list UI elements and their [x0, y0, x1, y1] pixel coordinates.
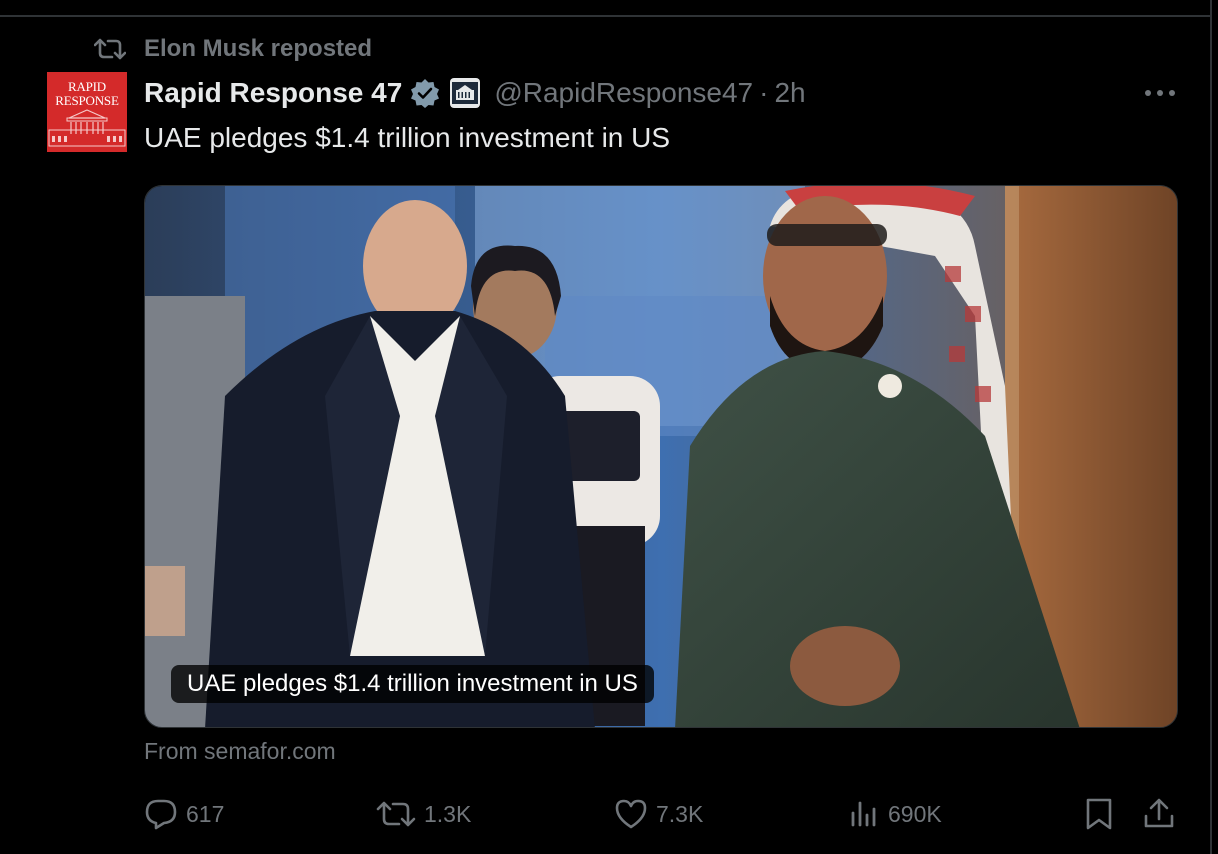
analytics-icon — [848, 799, 880, 829]
avatar[interactable]: RAPID RESPONSE — [47, 72, 127, 152]
tweet-container: Elon Musk reposted RAPID RESPONSE Rapid … — [0, 0, 1218, 854]
link-card-media[interactable]: UAE pledges $1.4 trillion investment in … — [144, 185, 1178, 728]
bookmark-button[interactable] — [1084, 794, 1122, 834]
repost-icon — [376, 799, 416, 829]
media-caption: UAE pledges $1.4 trillion investment in … — [171, 665, 654, 703]
article-photo — [145, 186, 1177, 727]
repost-button[interactable]: 1.3K — [376, 794, 471, 834]
top-divider — [0, 15, 1212, 17]
repost-count: 1.3K — [424, 800, 472, 827]
repost-icon — [94, 36, 128, 62]
timestamp[interactable]: 2h — [774, 77, 805, 109]
author-handle[interactable]: @RapidResponse47 — [494, 77, 753, 109]
share-icon — [1142, 797, 1176, 831]
like-button[interactable]: 7.3K — [614, 794, 703, 834]
verified-badge-icon[interactable] — [410, 78, 440, 108]
white-house-icon[interactable] — [450, 78, 481, 108]
bookmark-icon — [1084, 797, 1114, 831]
action-bar: 617 1.3K 7.3K 690K — [144, 794, 1184, 834]
avatar-logo-text: RAPID RESPONSE — [47, 80, 127, 108]
tweet-text: UAE pledges $1.4 trillion investment in … — [144, 122, 671, 153]
reply-icon — [144, 797, 178, 831]
share-button[interactable] — [1142, 794, 1184, 834]
avatar-text-line2: RESPONSE — [55, 93, 119, 108]
avatar-text-line1: RAPID — [67, 79, 106, 94]
repost-label: Elon Musk reposted — [144, 35, 373, 62]
separator-dot: · — [759, 77, 769, 108]
more-options-button[interactable] — [1140, 80, 1180, 106]
views-button[interactable]: 690K — [848, 794, 942, 834]
heart-icon — [614, 798, 648, 830]
views-count: 690K — [888, 800, 942, 827]
card-source-link[interactable]: From semafor.com — [144, 738, 336, 765]
like-count: 7.3K — [656, 800, 704, 827]
white-house-logo-icon — [48, 109, 126, 147]
reply-count: 617 — [186, 800, 225, 827]
display-name[interactable]: Rapid Response 47 — [144, 77, 402, 109]
reply-button[interactable]: 617 — [144, 794, 224, 834]
more-icon — [1145, 90, 1175, 96]
tweet-header: Rapid Response 47 @RapidResponse47 · 2h — [144, 74, 806, 112]
column-border — [1210, 0, 1212, 854]
repost-indicator[interactable]: Elon Musk reposted — [94, 34, 372, 64]
